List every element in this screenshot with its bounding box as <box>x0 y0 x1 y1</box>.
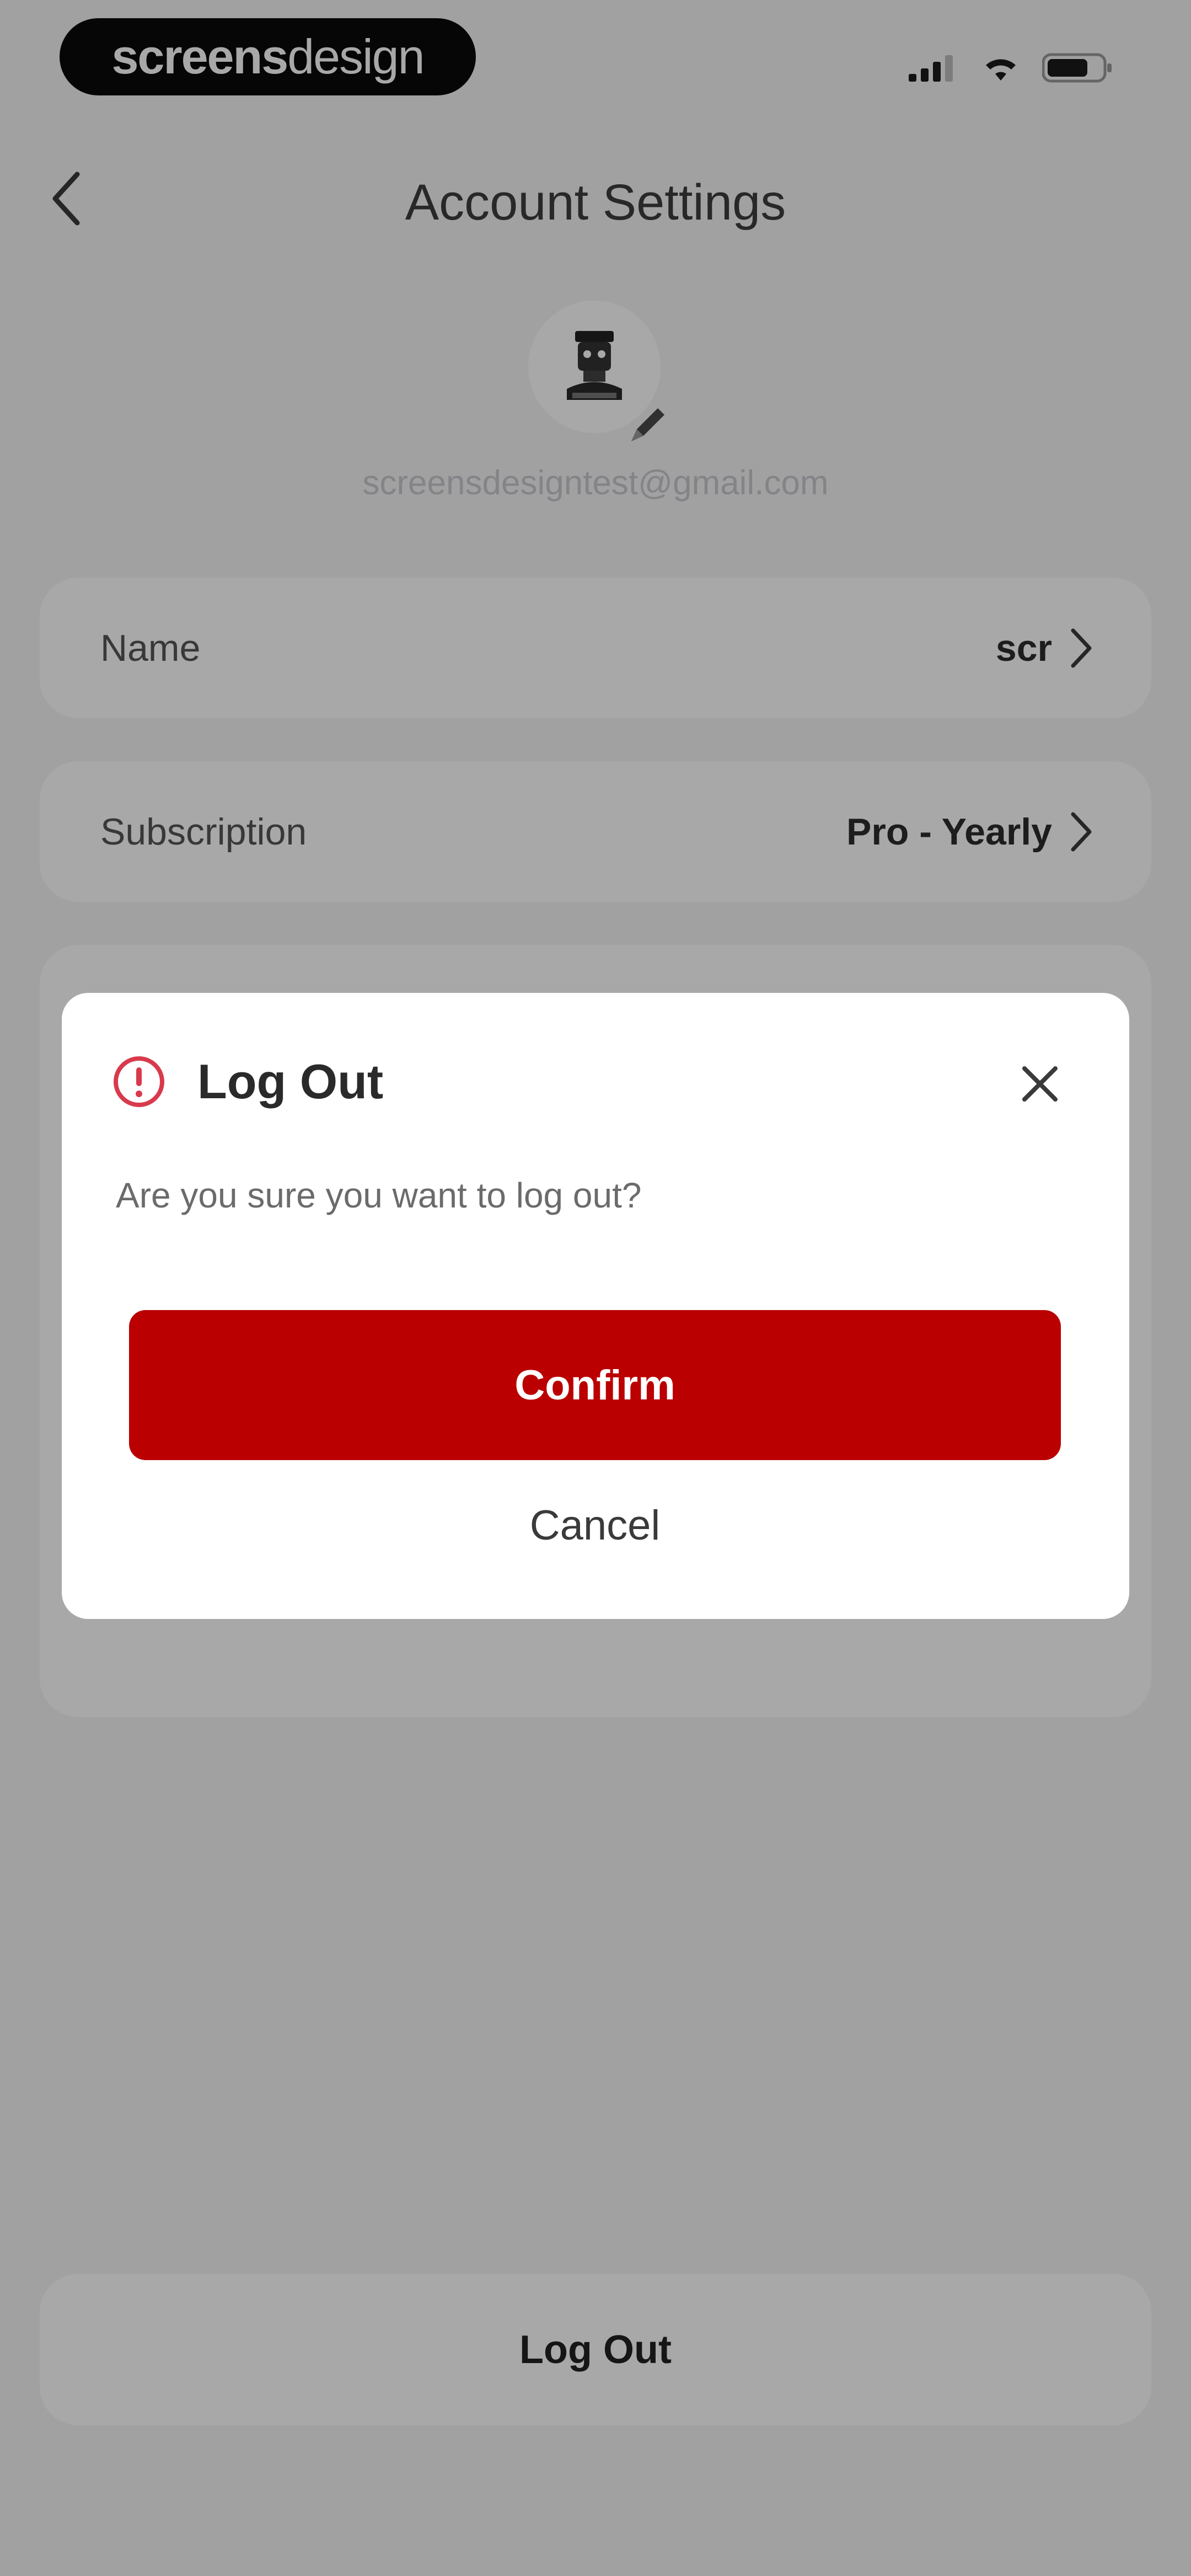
alert-circle-icon <box>114 1056 164 1107</box>
dialog-title: Log Out <box>197 1054 384 1109</box>
close-icon[interactable] <box>1018 1062 1062 1106</box>
cancel-button[interactable]: Cancel <box>129 1489 1061 1561</box>
logout-dialog: Log Out Are you sure you want to log out… <box>62 993 1129 1619</box>
account-settings-screen: screens design Account Settings screensd… <box>0 0 1191 2576</box>
dialog-header: Log Out <box>111 1054 383 1110</box>
confirm-button[interactable]: Confirm <box>129 1310 1061 1460</box>
dialog-message: Are you sure you want to log out? <box>116 1175 642 1215</box>
